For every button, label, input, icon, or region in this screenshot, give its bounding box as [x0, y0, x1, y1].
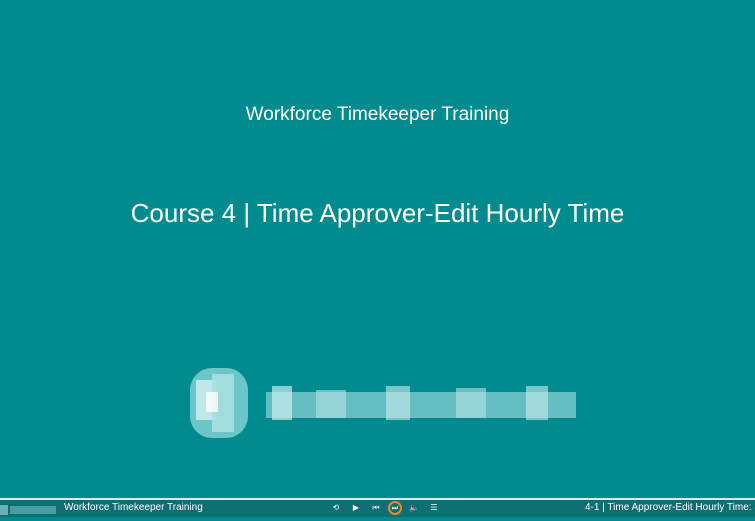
play-icon[interactable]: ▶: [348, 501, 364, 515]
previous-icon[interactable]: ⏮: [368, 501, 384, 515]
player-control-bar: Workforce Timekeeper Training ⟲ ▶ ⏮ ⏭ 🔈 …: [0, 498, 755, 517]
slide-name-label: 4-1 | Time Approver-Edit Hourly Time: S: [585, 502, 755, 513]
volume-icon[interactable]: 🔈: [406, 501, 422, 515]
slide-canvas: Workforce Timekeeper Training Course 4 |…: [0, 0, 755, 498]
slide-title: Course 4 | Time Approver-Edit Hourly Tim…: [130, 198, 625, 228]
playback-controls: ⟲ ▶ ⏮ ⏭ 🔈 ☰: [328, 501, 442, 515]
next-icon[interactable]: ⏭: [388, 501, 402, 515]
footer-logo: [0, 503, 58, 515]
course-name-label: Workforce Timekeeper Training: [64, 502, 203, 513]
rewind-icon[interactable]: ⟲: [328, 501, 344, 515]
slide-subtitle: Workforce Timekeeper Training: [245, 104, 510, 125]
menu-icon[interactable]: ☰: [426, 501, 442, 515]
organization-logo: [176, 362, 576, 444]
